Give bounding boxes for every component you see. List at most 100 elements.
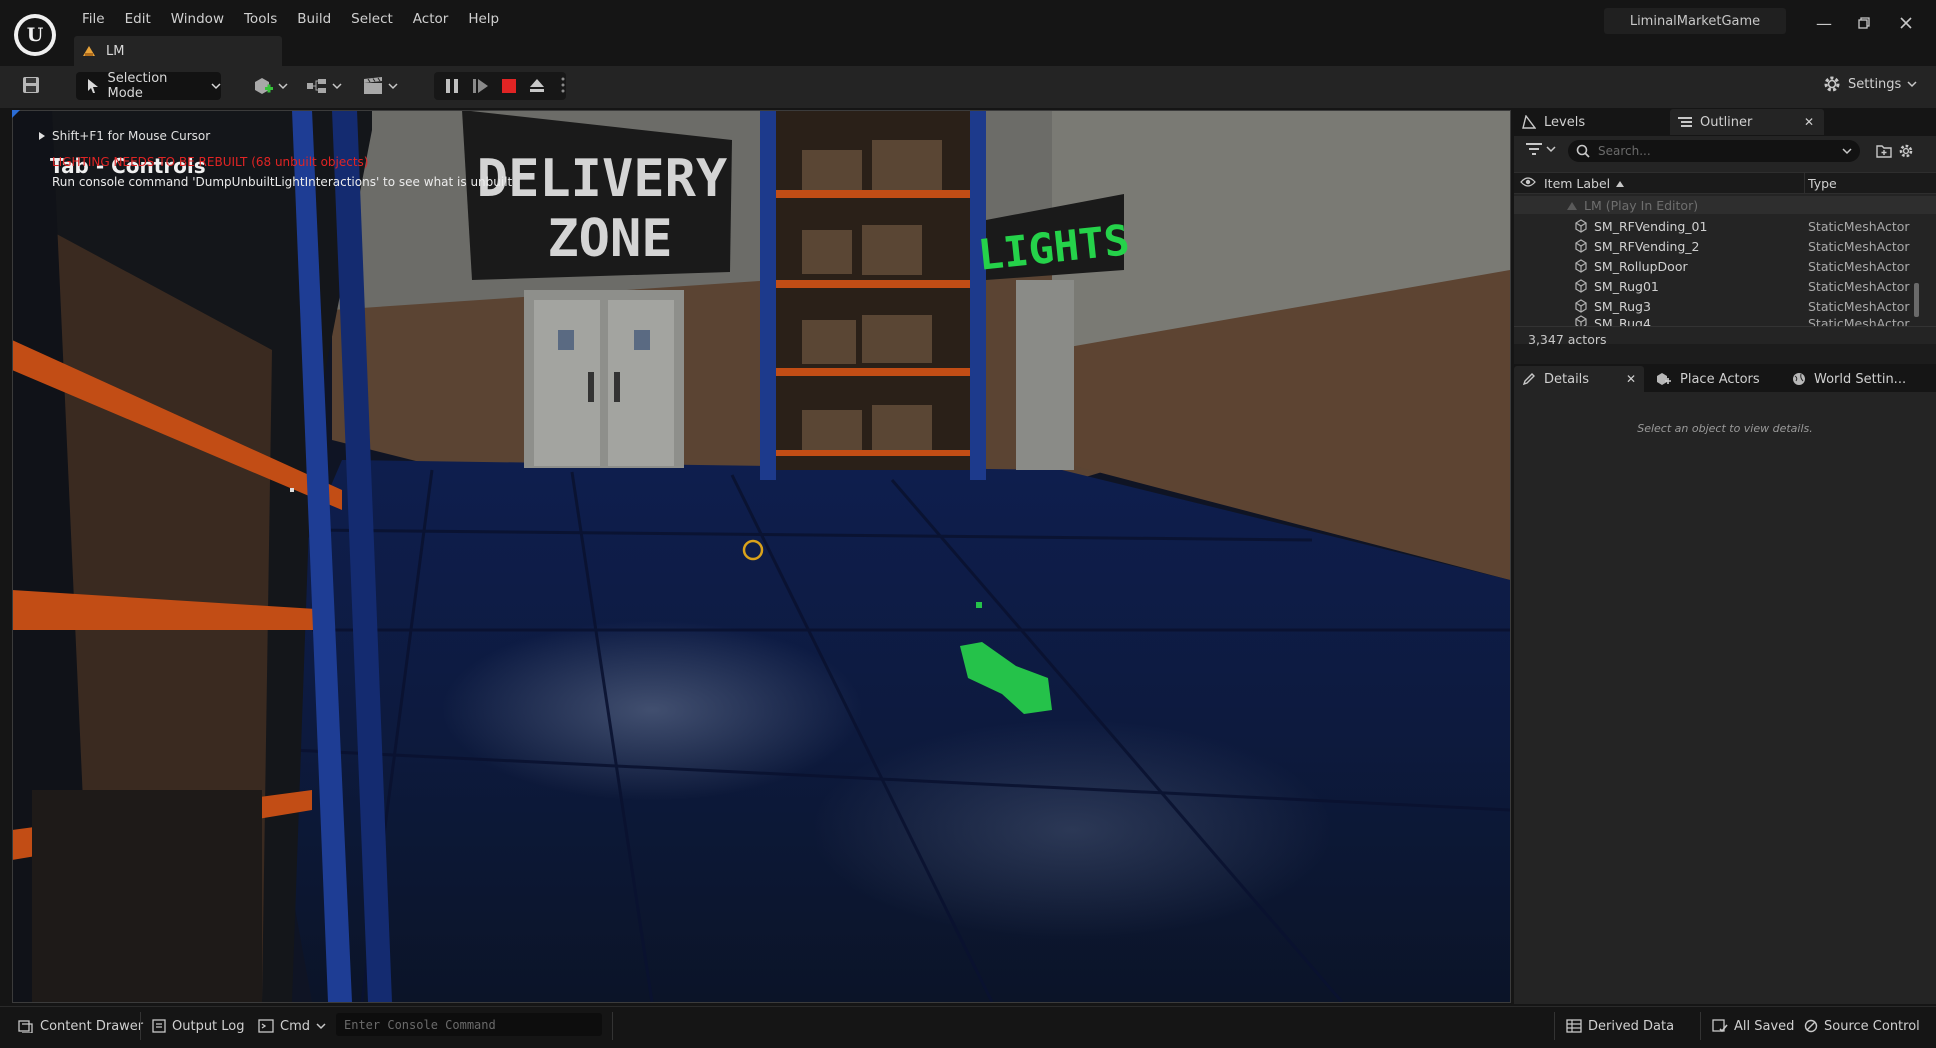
table-row[interactable]: SM_Rug4 StaticMeshActor bbox=[1514, 314, 1934, 326]
add-folder-icon[interactable] bbox=[1876, 144, 1892, 162]
console-hint: Run console command 'DumpUnbuiltLightInt… bbox=[52, 175, 513, 189]
table-row[interactable]: SM_RollupDoor StaticMeshActor bbox=[1514, 256, 1934, 276]
source-control-button[interactable]: Source Control bbox=[1804, 1015, 1920, 1037]
search-input[interactable]: Search... bbox=[1568, 140, 1860, 162]
search-icon bbox=[1576, 144, 1590, 158]
derived-data-icon bbox=[1566, 1019, 1582, 1033]
right-panel: Levels Outliner ✕ Search... Item Label T… bbox=[1514, 108, 1936, 1004]
cmd-dropdown[interactable]: Cmd bbox=[258, 1015, 326, 1037]
restore-icon[interactable] bbox=[1846, 10, 1882, 36]
separator bbox=[1554, 1012, 1555, 1040]
details-panel bbox=[1514, 392, 1936, 1004]
tab-place-actors[interactable]: Place Actors bbox=[1656, 366, 1760, 392]
cursor-icon bbox=[88, 79, 98, 93]
close-icon[interactable] bbox=[1888, 10, 1924, 36]
filter-button[interactable] bbox=[1526, 142, 1556, 156]
static-mesh-icon bbox=[1575, 299, 1587, 313]
more-icon[interactable] bbox=[560, 76, 566, 98]
derived-data-button[interactable]: Derived Data bbox=[1566, 1015, 1674, 1037]
row-label: SM_Rug3 bbox=[1594, 298, 1651, 314]
tab-levels-label: Levels bbox=[1544, 114, 1586, 130]
all-saved-button[interactable]: All Saved bbox=[1712, 1015, 1794, 1037]
cmd-label: Cmd bbox=[280, 1018, 310, 1034]
row-label: SM_RollupDoor bbox=[1594, 258, 1688, 274]
tab-world-settings[interactable]: World Settin... bbox=[1792, 366, 1906, 392]
divider bbox=[1514, 326, 1936, 327]
step-icon[interactable] bbox=[472, 77, 490, 99]
table-row[interactable]: SM_Rug01 StaticMeshActor bbox=[1514, 276, 1934, 296]
root-item[interactable]: LM (Play In Editor) bbox=[1566, 198, 1698, 213]
tab-details-label: Details bbox=[1544, 371, 1590, 387]
derived-data-label: Derived Data bbox=[1588, 1018, 1675, 1034]
menu-build[interactable]: Build bbox=[287, 8, 341, 30]
stop-icon[interactable] bbox=[500, 77, 518, 99]
tab-outliner-label: Outliner bbox=[1700, 114, 1753, 130]
mouse-cursor-hint-text: Shift+F1 for Mouse Cursor bbox=[52, 129, 211, 143]
menu-tools[interactable]: Tools bbox=[234, 8, 287, 30]
static-mesh-icon bbox=[1575, 239, 1587, 253]
row-type: StaticMeshActor bbox=[1808, 218, 1910, 234]
content-drawer-button[interactable]: Content Drawer bbox=[18, 1015, 143, 1037]
sign-line1: DELIVERY bbox=[477, 149, 728, 209]
chevron-down-icon bbox=[1907, 81, 1917, 88]
menu-select[interactable]: Select bbox=[341, 8, 403, 30]
static-mesh-icon bbox=[1575, 315, 1587, 326]
menu-actor[interactable]: Actor bbox=[403, 8, 459, 30]
outliner-icon bbox=[1678, 117, 1692, 127]
pause-icon[interactable] bbox=[444, 77, 460, 99]
settings-button[interactable]: Settings bbox=[1822, 74, 1917, 94]
cinematics-icon bbox=[364, 77, 382, 94]
cinematics-button[interactable] bbox=[362, 76, 398, 96]
close-tab-icon[interactable]: ✕ bbox=[1804, 115, 1814, 129]
add-actor-button[interactable] bbox=[252, 76, 288, 96]
content-drawer-icon bbox=[18, 1020, 33, 1033]
levels-icon bbox=[1522, 115, 1536, 129]
root-item-label: LM (Play In Editor) bbox=[1584, 198, 1699, 213]
menu-window[interactable]: Window bbox=[161, 8, 234, 30]
row-label: SM_Rug4 bbox=[1594, 316, 1651, 326]
tab-world-settings-label: World Settin... bbox=[1814, 371, 1907, 387]
source-control-label: Source Control bbox=[1824, 1018, 1920, 1034]
menu-help[interactable]: Help bbox=[458, 8, 509, 30]
place-actors-icon bbox=[1657, 373, 1671, 385]
output-log-button[interactable]: Output Log bbox=[152, 1015, 245, 1037]
selection-mode-dropdown[interactable]: Selection Mode bbox=[76, 71, 221, 101]
tab-outliner[interactable]: Outliner ✕ bbox=[1670, 109, 1824, 135]
menu-bar: File Edit Window Tools Build Select Acto… bbox=[72, 8, 509, 30]
level-doc-tab[interactable]: LM bbox=[74, 36, 282, 66]
chevron-down-icon bbox=[1546, 146, 1556, 153]
row-type: StaticMeshActor bbox=[1808, 258, 1910, 274]
outliner-scrollbar[interactable] bbox=[1914, 283, 1919, 317]
static-mesh-icon bbox=[1575, 259, 1587, 273]
col-item-label[interactable]: Item Label bbox=[1544, 176, 1625, 191]
save-icon[interactable] bbox=[22, 76, 40, 98]
table-row[interactable]: SM_Rug3 StaticMeshActor bbox=[1514, 296, 1934, 316]
eject-icon[interactable] bbox=[528, 76, 546, 98]
add-actor-icon bbox=[255, 78, 273, 94]
viewport-corner-marker bbox=[12, 110, 20, 118]
table-row[interactable]: SM_RFVending_2 StaticMeshActor bbox=[1514, 236, 1934, 256]
table-row[interactable]: SM_RFVending_01 StaticMeshActor bbox=[1514, 216, 1934, 236]
gear-icon[interactable] bbox=[1898, 143, 1914, 163]
console-input[interactable]: Enter Console Command bbox=[336, 1013, 602, 1036]
minimize-icon[interactable]: — bbox=[1806, 10, 1842, 36]
mouse-cursor-hint[interactable]: Shift+F1 for Mouse Cursor bbox=[38, 129, 210, 143]
unreal-logo-icon[interactable]: U bbox=[14, 14, 56, 56]
pencil-icon bbox=[1522, 373, 1535, 386]
menu-edit[interactable]: Edit bbox=[115, 8, 161, 30]
menu-file[interactable]: File bbox=[72, 8, 115, 30]
eye-icon[interactable] bbox=[1520, 176, 1536, 192]
source-control-icon bbox=[1804, 1019, 1818, 1033]
blueprint-button[interactable] bbox=[306, 76, 342, 96]
col-type[interactable]: Type bbox=[1808, 176, 1837, 191]
tab-levels[interactable]: Levels bbox=[1522, 109, 1585, 135]
row-type: StaticMeshActor bbox=[1808, 298, 1910, 314]
output-log-icon bbox=[152, 1019, 166, 1033]
tab-details[interactable]: Details ✕ bbox=[1514, 366, 1644, 392]
chevron-down-icon bbox=[1842, 148, 1852, 155]
globe-icon bbox=[1793, 373, 1805, 385]
column-divider bbox=[1804, 172, 1805, 194]
close-tab-icon[interactable]: ✕ bbox=[1626, 372, 1636, 386]
level-viewport[interactable]: DELIVERY ZONE LIGHTS Shift+F1 for Mouse … bbox=[12, 110, 1510, 1002]
level-icon bbox=[83, 46, 95, 56]
